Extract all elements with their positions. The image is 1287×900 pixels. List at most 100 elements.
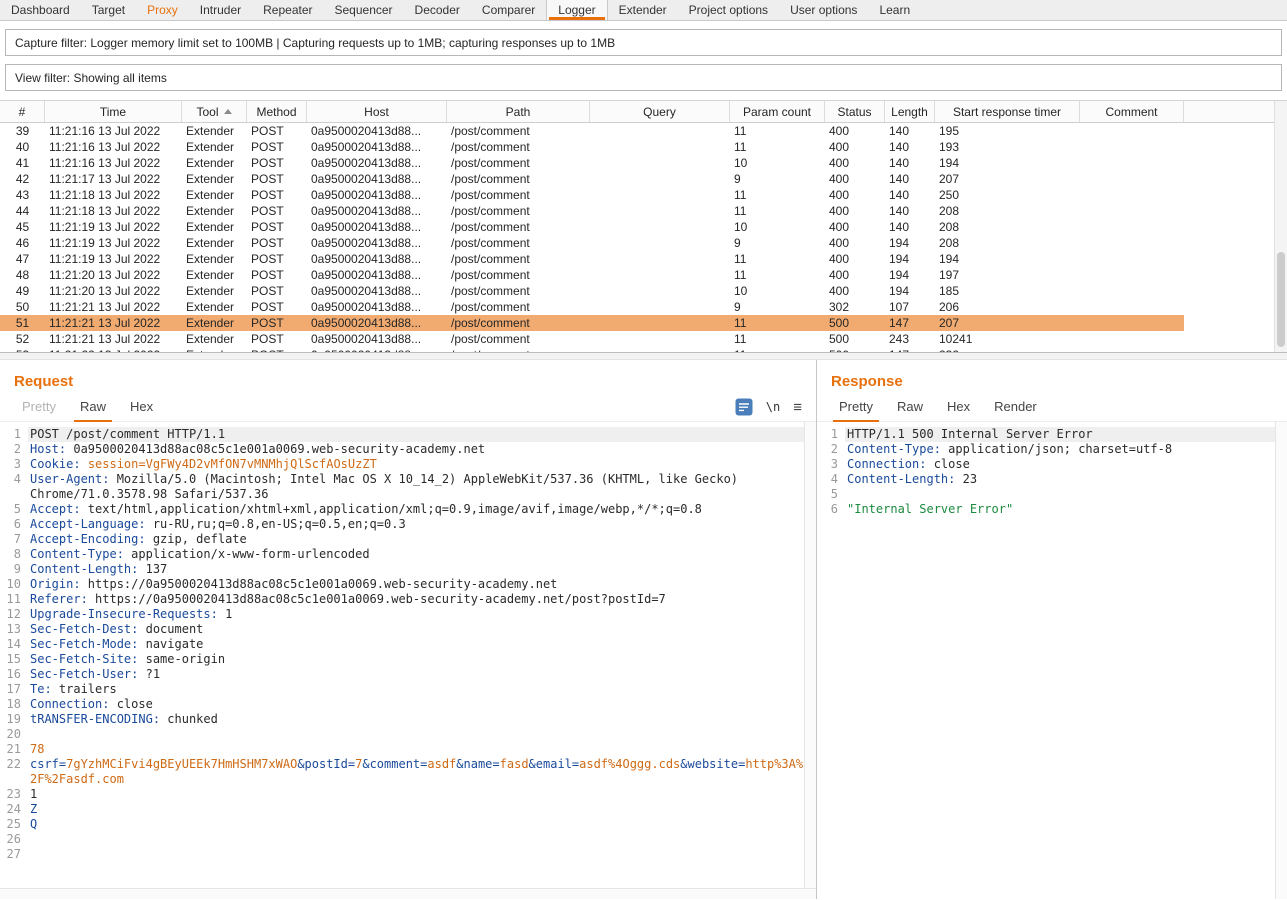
line-content[interactable]: Host: 0a9500020413d88ac08c5c1e001a0069.w…	[28, 442, 804, 457]
code-line[interactable]: 17Te: trailers	[0, 682, 804, 697]
column-header-method[interactable]: Method	[247, 101, 307, 122]
line-content[interactable]: Connection: close	[28, 697, 804, 712]
scrollbar-thumb[interactable]	[1277, 252, 1285, 347]
line-content[interactable]	[28, 832, 804, 847]
line-content[interactable]: Content-Type: application/x-www-form-url…	[28, 547, 804, 562]
table-row[interactable]: 4911:21:20 13 Jul 2022ExtenderPOST0a9500…	[0, 283, 1184, 299]
response-viewer[interactable]: 1HTTP/1.1 500 Internal Server Error2Cont…	[817, 422, 1287, 899]
table-row[interactable]: 4511:21:19 13 Jul 2022ExtenderPOST0a9500…	[0, 219, 1184, 235]
code-line[interactable]: 27	[0, 847, 804, 862]
capture-filter-bar[interactable]: Capture filter: Logger memory limit set …	[5, 29, 1282, 56]
request-tab-hex[interactable]: Hex	[118, 393, 165, 422]
menu-tab-dashboard[interactable]: Dashboard	[0, 0, 81, 20]
table-row[interactable]: 4611:21:19 13 Jul 2022ExtenderPOST0a9500…	[0, 235, 1184, 251]
table-row[interactable]: 4811:21:20 13 Jul 2022ExtenderPOST0a9500…	[0, 267, 1184, 283]
line-content[interactable]: 78	[28, 742, 804, 757]
request-editor[interactable]: 1POST /post/comment HTTP/1.12Host: 0a950…	[0, 422, 816, 888]
menu-tab-user-options[interactable]: User options	[779, 0, 868, 20]
menu-tab-learn[interactable]: Learn	[868, 0, 921, 20]
line-content[interactable]: Cookie: session=VgFWy4D2vMfON7vMNMhjQlSc…	[28, 457, 804, 472]
newline-toggle-icon[interactable]: \n	[766, 400, 780, 414]
line-content[interactable]	[28, 847, 804, 862]
line-content[interactable]: Sec-Fetch-Dest: document	[28, 622, 804, 637]
column-header-tool[interactable]: Tool	[182, 101, 247, 122]
column-header-status[interactable]: Status	[825, 101, 885, 122]
table-row[interactable]: 4711:21:19 13 Jul 2022ExtenderPOST0a9500…	[0, 251, 1184, 267]
line-content[interactable]: csrf=7gYzhMCiFvi4gBEyUEEk7HmHSHM7xWAO&po…	[28, 757, 804, 787]
table-row[interactable]: 4211:21:17 13 Jul 2022ExtenderPOST0a9500…	[0, 171, 1184, 187]
line-content[interactable]: POST /post/comment HTTP/1.1	[28, 427, 804, 442]
request-vertical-scrollbar[interactable]	[804, 422, 816, 888]
line-content[interactable]: Referer: https://0a9500020413d88ac08c5c1…	[28, 592, 804, 607]
response-tab-hex[interactable]: Hex	[935, 393, 982, 422]
menu-tab-intruder[interactable]: Intruder	[189, 0, 252, 20]
menu-tab-comparer[interactable]: Comparer	[471, 0, 546, 20]
code-line[interactable]: 18Connection: close	[0, 697, 804, 712]
request-horizontal-scrollbar[interactable]	[0, 888, 816, 899]
code-line[interactable]: 231	[0, 787, 804, 802]
column-header-time[interactable]: Time	[45, 101, 182, 122]
code-line[interactable]: 13Sec-Fetch-Dest: document	[0, 622, 804, 637]
table-row[interactable]: 4311:21:18 13 Jul 2022ExtenderPOST0a9500…	[0, 187, 1184, 203]
table-row[interactable]: 3911:21:16 13 Jul 2022ExtenderPOST0a9500…	[0, 123, 1184, 139]
request-code[interactable]: 1POST /post/comment HTTP/1.12Host: 0a950…	[0, 422, 804, 888]
code-line[interactable]: 4User-Agent: Mozilla/5.0 (Macintosh; Int…	[0, 472, 804, 502]
response-tab-pretty[interactable]: Pretty	[827, 393, 885, 422]
code-line[interactable]: 1POST /post/comment HTTP/1.1	[0, 427, 804, 442]
menu-tab-target[interactable]: Target	[81, 0, 136, 20]
line-content[interactable]	[28, 727, 804, 742]
line-content[interactable]: Q	[28, 817, 804, 832]
code-line[interactable]: 2178	[0, 742, 804, 757]
table-row[interactable]: 4111:21:16 13 Jul 2022ExtenderPOST0a9500…	[0, 155, 1184, 171]
column-header-param-count[interactable]: Param count	[730, 101, 825, 122]
line-content[interactable]: Te: trailers	[28, 682, 804, 697]
line-content[interactable]: Upgrade-Insecure-Requests: 1	[28, 607, 804, 622]
line-content[interactable]: Accept-Language: ru-RU,ru;q=0.8,en-US;q=…	[28, 517, 804, 532]
code-line[interactable]: 26	[0, 832, 804, 847]
code-line[interactable]: 8Content-Type: application/x-www-form-ur…	[0, 547, 804, 562]
code-line[interactable]: 6Accept-Language: ru-RU,ru;q=0.8,en-US;q…	[0, 517, 804, 532]
table-row[interactable]: 5011:21:21 13 Jul 2022ExtenderPOST0a9500…	[0, 299, 1184, 315]
code-line[interactable]: 16Sec-Fetch-User: ?1	[0, 667, 804, 682]
menu-tab-project-options[interactable]: Project options	[678, 0, 779, 20]
column-header-query[interactable]: Query	[590, 101, 730, 122]
column-header-num[interactable]: #	[0, 101, 45, 122]
column-header-path[interactable]: Path	[447, 101, 590, 122]
line-content[interactable]: Origin: https://0a9500020413d88ac08c5c1e…	[28, 577, 804, 592]
line-content[interactable]: Accept-Encoding: gzip, deflate	[28, 532, 804, 547]
view-filter-bar[interactable]: View filter: Showing all items	[5, 64, 1282, 91]
line-content[interactable]: Content-Length: 137	[28, 562, 804, 577]
response-tab-raw[interactable]: Raw	[885, 393, 935, 422]
code-line[interactable]: 7Accept-Encoding: gzip, deflate	[0, 532, 804, 547]
line-content[interactable]: Sec-Fetch-Mode: navigate	[28, 637, 804, 652]
code-line[interactable]: 25Q	[0, 817, 804, 832]
column-header-start-response-timer[interactable]: Start response timer	[935, 101, 1080, 122]
column-header-comment[interactable]: Comment	[1080, 101, 1184, 122]
column-header-length[interactable]: Length	[885, 101, 935, 122]
code-line[interactable]: 15Sec-Fetch-Site: same-origin	[0, 652, 804, 667]
panel-menu-icon[interactable]: ≡	[793, 400, 802, 415]
line-content[interactable]: tRANSFER-ENCODING: chunked	[28, 712, 804, 727]
table-row[interactable]: 5111:21:21 13 Jul 2022ExtenderPOST0a9500…	[0, 315, 1184, 331]
menu-tab-extender[interactable]: Extender	[608, 0, 678, 20]
code-line[interactable]: 12Upgrade-Insecure-Requests: 1	[0, 607, 804, 622]
code-line[interactable]: 5Accept: text/html,application/xhtml+xml…	[0, 502, 804, 517]
response-tab-render[interactable]: Render	[982, 393, 1049, 422]
line-content[interactable]: Sec-Fetch-Site: same-origin	[28, 652, 804, 667]
request-tab-raw[interactable]: Raw	[68, 393, 118, 422]
line-content[interactable]: Accept: text/html,application/xhtml+xml,…	[28, 502, 804, 517]
line-content[interactable]: User-Agent: Mozilla/5.0 (Macintosh; Inte…	[28, 472, 804, 502]
response-vertical-scrollbar[interactable]	[1275, 422, 1287, 899]
code-line[interactable]: 19tRANSFER-ENCODING: chunked	[0, 712, 804, 727]
horizontal-splitter[interactable]	[0, 352, 1287, 360]
table-row[interactable]: 4411:21:18 13 Jul 2022ExtenderPOST0a9500…	[0, 203, 1184, 219]
line-content[interactable]: 1	[28, 787, 804, 802]
table-row[interactable]: 5311:21:22 13 Jul 2022ExtenderPOST0a9500…	[0, 347, 1184, 352]
code-line[interactable]: 2Host: 0a9500020413d88ac08c5c1e001a0069.…	[0, 442, 804, 457]
code-line[interactable]: 22csrf=7gYzhMCiFvi4gBEyUEEk7HmHSHM7xWAO&…	[0, 757, 804, 787]
table-row[interactable]: 5211:21:21 13 Jul 2022ExtenderPOST0a9500…	[0, 331, 1184, 347]
code-line[interactable]: 20	[0, 727, 804, 742]
code-line[interactable]: 24Z	[0, 802, 804, 817]
menu-tab-proxy[interactable]: Proxy	[136, 0, 189, 20]
code-line[interactable]: 11Referer: https://0a9500020413d88ac08c5…	[0, 592, 804, 607]
